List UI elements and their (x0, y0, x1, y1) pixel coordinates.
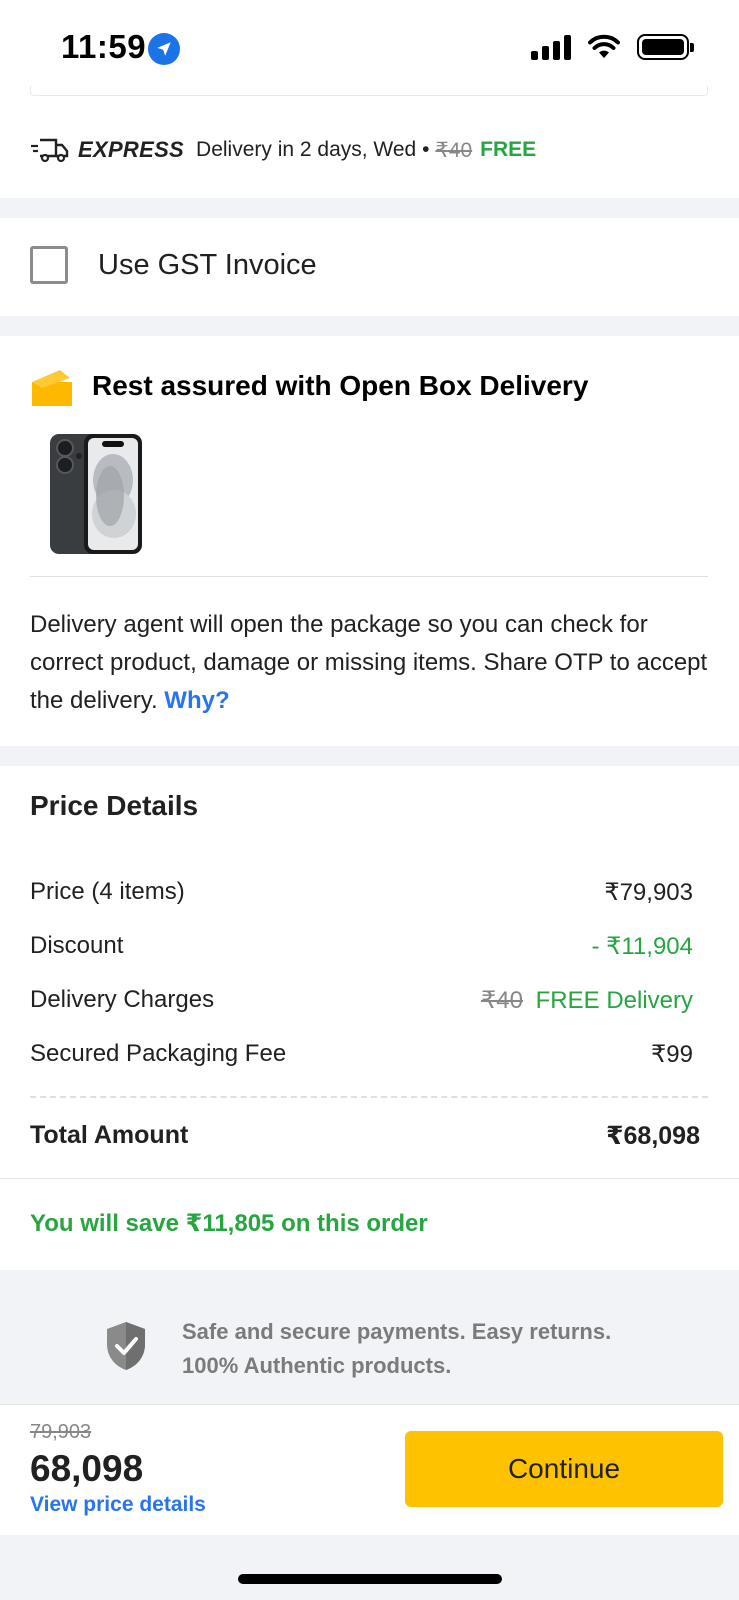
delivery-charges-row: Delivery Charges ₹40 FREE Delivery (30, 986, 693, 1015)
delivery-charges-value: FREE Delivery (535, 987, 693, 1014)
delivery-charges-old: ₹40 (481, 987, 523, 1014)
status-time: 11:59 (61, 28, 147, 65)
express-label: EXPRESS (78, 137, 185, 162)
open-box-title: Rest assured with Open Box Delivery (92, 370, 589, 401)
delivery-free-label: FREE (480, 138, 537, 161)
phone-image (50, 434, 142, 554)
status-indicators (531, 34, 694, 60)
total-amount-label: Total Amount (30, 1121, 189, 1149)
battery-icon (637, 34, 694, 60)
wifi-icon (588, 34, 620, 58)
home-indicator-area (0, 1535, 739, 1600)
section-separator (0, 746, 739, 766)
open-box-description: Delivery agent will open the package so … (30, 606, 720, 720)
delivery-old-charge: ₹40 (435, 138, 473, 162)
divider (0, 1178, 739, 1179)
dashed-divider (30, 1096, 708, 1098)
continue-button[interactable]: Continue (405, 1431, 723, 1507)
open-box-header: Rest assured with Open Box Delivery (30, 364, 588, 408)
gst-label: Use GST Invoice (98, 248, 317, 281)
delivery-truck-icon (31, 138, 69, 163)
secure-text-line1: Safe and secure payments. Easy returns. (182, 1319, 612, 1344)
price-row-label: Price (4 items) (30, 878, 185, 905)
gst-invoice-option[interactable]: Use GST Invoice (30, 240, 317, 290)
price-row-value: ₹79,903 (604, 879, 693, 906)
open-box-icon (32, 370, 72, 406)
shield-check-icon (107, 1322, 145, 1370)
open-box-description-text: Delivery agent will open the package so … (30, 611, 708, 714)
view-price-details-link[interactable]: View price details (30, 1493, 206, 1517)
price-row: Price (4 items) ₹79,903 (30, 878, 693, 907)
price-details-title: Price Details (30, 790, 199, 821)
cellular-signal-icon (531, 34, 571, 60)
discount-row: Discount - ₹11,904 (30, 932, 693, 961)
delivery-text: Delivery in 2 days, Wed • (196, 138, 430, 161)
packaging-fee-value: ₹99 (651, 1041, 693, 1068)
packaging-fee-label: Secured Packaging Fee (30, 1040, 287, 1067)
savings-text: You will save ₹11,805 on this order (30, 1210, 428, 1237)
discount-value: - ₹11,904 (591, 933, 693, 960)
express-delivery-row: EXPRESS Delivery in 2 days, Wed • ₹40 FR… (30, 130, 536, 170)
gst-checkbox[interactable] (30, 246, 68, 284)
location-arrow-icon (148, 33, 180, 65)
delivery-charges-label: Delivery Charges (30, 986, 215, 1013)
previous-card-edge (30, 86, 708, 96)
secure-text-line2: 100% Authentic products. (182, 1353, 452, 1378)
final-price: 68,098 (30, 1448, 144, 1489)
packaging-fee-row: Secured Packaging Fee ₹99 (30, 1040, 693, 1069)
divider (30, 576, 708, 577)
home-indicator[interactable] (238, 1574, 502, 1584)
total-amount-value: ₹68,098 (606, 1122, 700, 1150)
secure-text: Safe and secure payments. Easy returns. … (182, 1315, 611, 1383)
section-separator (0, 316, 739, 336)
section-separator (0, 198, 739, 218)
why-link[interactable]: Why? (164, 687, 229, 714)
status-bar: 11:59 (0, 0, 739, 90)
discount-label: Discount (30, 932, 124, 959)
total-amount-row: Total Amount ₹68,098 (30, 1121, 700, 1151)
original-price: 79,903 (30, 1421, 92, 1443)
